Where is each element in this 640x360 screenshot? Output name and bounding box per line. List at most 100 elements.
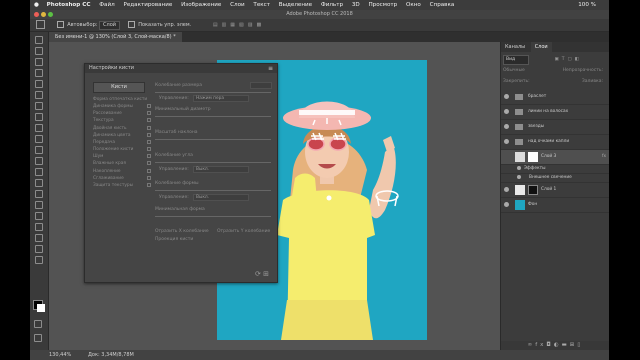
trash-icon[interactable]: ▯	[577, 342, 583, 348]
blend-mode-dropdown[interactable]: Обычные	[503, 68, 525, 73]
brush-option[interactable]: Передача	[93, 139, 151, 146]
marquee-tool-icon[interactable]	[35, 47, 43, 55]
lasso-tool-icon[interactable]	[35, 58, 43, 66]
flip-y-jitter[interactable]: Отразить Y колебание	[217, 228, 270, 236]
minimize-icon[interactable]	[41, 12, 46, 17]
hand-tool-icon[interactable]	[35, 234, 43, 242]
brush-option[interactable]: Двойная кисть	[93, 125, 151, 132]
brush-option[interactable]: Форма отпечатка кисти	[93, 96, 151, 103]
brushes-button[interactable]: Кисти	[93, 82, 145, 93]
eye-icon[interactable]	[504, 187, 509, 192]
zoom-icon[interactable]	[48, 12, 53, 17]
eye-icon[interactable]	[504, 109, 509, 114]
fill-label[interactable]: Заливка:	[582, 78, 603, 86]
min-roundness-slider[interactable]	[155, 216, 271, 217]
layer-effect-row[interactable]: Внешнее свечение	[501, 174, 609, 183]
eye-icon[interactable]	[517, 166, 521, 170]
blur-tool-icon[interactable]	[35, 168, 43, 176]
layer-mask-thumbnail[interactable]	[528, 152, 538, 162]
brush-option[interactable]: Влажные края	[93, 160, 151, 167]
pen-tool-icon[interactable]	[35, 190, 43, 198]
move-tool-icon[interactable]	[35, 36, 43, 44]
background-color-swatch[interactable]	[37, 304, 45, 312]
gradient-tool-icon[interactable]	[35, 157, 43, 165]
tab-layers[interactable]: Слои	[530, 42, 552, 52]
opacity-label[interactable]: Непрозрачность:	[563, 67, 603, 75]
type-tool-icon[interactable]	[35, 201, 43, 209]
menu-image[interactable]: Изображение	[181, 2, 221, 8]
control-dropdown[interactable]: Нажим пера	[193, 95, 249, 102]
move-tool-icon[interactable]	[36, 20, 45, 29]
quick-mask-icon[interactable]	[34, 320, 42, 328]
layer-row[interactable]: над очками капли	[501, 135, 609, 150]
brush-option[interactable]: Защита текстуры	[93, 182, 151, 189]
show-controls-checkbox[interactable]	[127, 21, 135, 28]
brush-tool-icon[interactable]	[35, 113, 43, 121]
tilt-scale-slider[interactable]	[155, 139, 271, 140]
zoom-tool-icon[interactable]	[35, 245, 43, 253]
brush-option[interactable]: Динамика формы	[93, 103, 151, 110]
crop-tool-icon[interactable]	[35, 80, 43, 88]
path-select-icon[interactable]	[35, 212, 43, 220]
eye-icon[interactable]	[504, 202, 509, 207]
eraser-tool-icon[interactable]	[35, 146, 43, 154]
filter-kind-dropdown[interactable]: Вид	[503, 55, 529, 65]
more-tools-icon[interactable]	[35, 256, 43, 264]
layer-row[interactable]: линии на волосах	[501, 105, 609, 120]
autoselect-checkbox[interactable]	[56, 21, 64, 28]
menu-window[interactable]: Окно	[406, 2, 421, 8]
menu-app-name[interactable]: Photoshop CC	[47, 2, 91, 8]
new-brush-icon[interactable]: ⊞	[263, 270, 269, 278]
shape-tool-icon[interactable]	[35, 223, 43, 231]
quick-select-icon[interactable]	[35, 69, 43, 77]
flip-x-jitter[interactable]: Отразить X колебание	[155, 228, 209, 236]
brush-preview-icon[interactable]: ⟳	[255, 270, 261, 278]
roundness-jitter-slider[interactable]	[155, 190, 271, 191]
fx-icon[interactable]: fx	[602, 150, 606, 164]
dodge-tool-icon[interactable]	[35, 179, 43, 187]
menu-type[interactable]: Текст	[253, 2, 270, 8]
eye-icon[interactable]	[504, 124, 509, 129]
fx-icon[interactable]: fx	[535, 342, 546, 348]
close-icon[interactable]	[34, 12, 39, 17]
size-jitter-field[interactable]	[250, 82, 272, 89]
menu-file[interactable]: Файл	[99, 2, 114, 8]
menu-filter[interactable]: Фильтр	[321, 2, 343, 8]
layer-mask-thumbnail[interactable]	[528, 185, 538, 195]
align-icons[interactable]: ▤▥▦▧▨▩	[213, 22, 265, 28]
brush-option[interactable]: Положение кисти	[93, 146, 151, 153]
document-tab[interactable]: Без имени-1 @ 130% (Слой 3, Слой-маска/8…	[49, 32, 182, 42]
autoselect-dropdown[interactable]: Слой	[99, 21, 121, 30]
brush-option[interactable]: Сглаживание	[93, 175, 151, 182]
eyedropper-icon[interactable]	[35, 91, 43, 99]
brush-option[interactable]: Текстура	[93, 117, 151, 124]
layer-row[interactable]: браслет	[501, 90, 609, 105]
history-brush-icon[interactable]	[35, 135, 43, 143]
control-dropdown-3[interactable]: Выкл.	[193, 194, 249, 201]
brush-projection[interactable]: Проекция кисти	[155, 236, 193, 244]
brush-panel-header[interactable]: Настройки кисти ≡	[85, 64, 277, 73]
adjustment-icon[interactable]: ◐	[554, 342, 562, 348]
layer-row[interactable]: звезды	[501, 120, 609, 135]
apple-icon[interactable]: ●	[34, 2, 39, 8]
menu-help[interactable]: Справка	[430, 2, 455, 8]
brush-option[interactable]: Рассеивание	[93, 110, 151, 117]
clone-stamp-icon[interactable]	[35, 124, 43, 132]
eye-icon[interactable]	[517, 175, 521, 179]
min-diameter-slider[interactable]	[155, 116, 271, 117]
size-jitter-slider[interactable]	[155, 92, 271, 93]
menu-3d[interactable]: 3D	[352, 2, 360, 8]
control-dropdown-2[interactable]: Выкл.	[193, 166, 249, 173]
screen-mode-icon[interactable]	[34, 334, 42, 342]
tab-channels[interactable]: Каналы	[501, 42, 529, 52]
eye-icon[interactable]	[504, 139, 509, 144]
menu-layers[interactable]: Слои	[230, 2, 245, 8]
menu-select[interactable]: Выделение	[279, 2, 312, 8]
eye-icon[interactable]	[504, 94, 509, 99]
filter-icons[interactable]: ▣T▢◧	[554, 57, 582, 62]
layer-row[interactable]: Слой 1	[501, 183, 609, 198]
zoom-level[interactable]: 130,44%	[49, 350, 71, 360]
layer-row-selected[interactable]: Слой 3 fx	[501, 150, 609, 165]
menu-edit[interactable]: Редактирование	[123, 2, 172, 8]
brush-option[interactable]: Шум	[93, 153, 151, 160]
